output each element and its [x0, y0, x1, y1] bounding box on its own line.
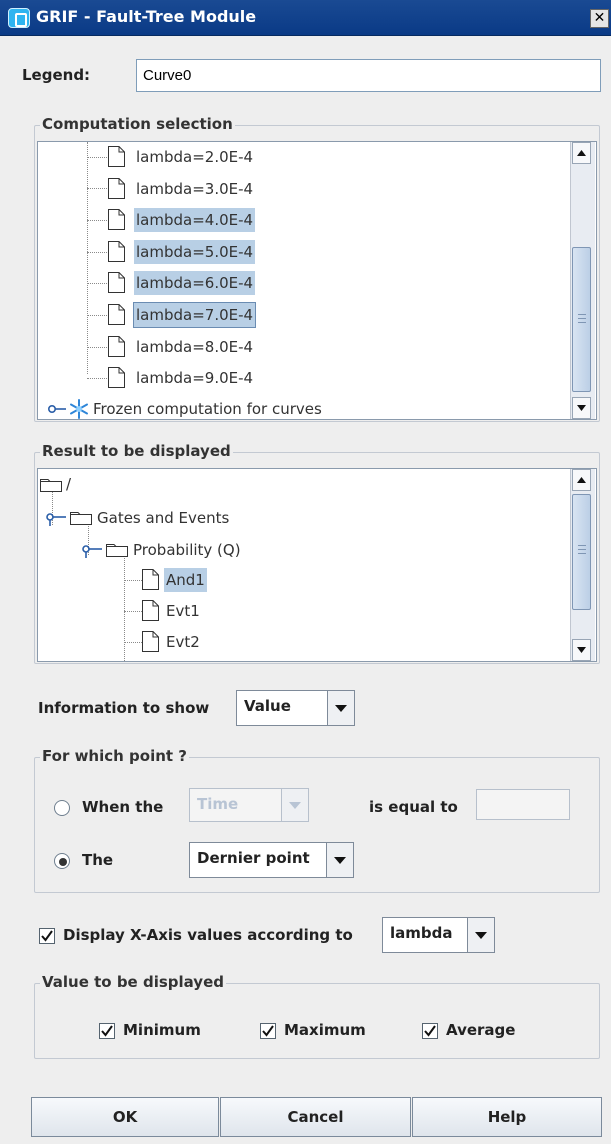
document-icon: [108, 241, 125, 262]
document-icon: [142, 569, 159, 590]
computation-item-label: lambda=6.0E-4: [134, 271, 256, 295]
chevron-down-icon[interactable]: [281, 789, 308, 821]
the-combo[interactable]: Dernier point: [189, 842, 354, 878]
minimum-label: Minimum: [123, 1021, 201, 1039]
xaxis-label: Display X-Axis values according to: [63, 926, 353, 944]
computation-item-label: lambda=5.0E-4: [134, 240, 256, 264]
chevron-down-icon[interactable]: [467, 918, 494, 952]
result-leaf-label: Evt1: [166, 602, 200, 620]
scroll-up-button[interactable]: [572, 142, 591, 164]
snowflake-icon: [70, 399, 88, 419]
expanded-handle-icon: [82, 545, 102, 558]
folder-icon: [40, 479, 62, 492]
the-combo-value: Dernier point: [197, 849, 310, 867]
computation-item-label: lambda=9.0E-4: [136, 369, 254, 387]
window-title: GRIF - Fault-Tree Module: [36, 7, 257, 26]
document-icon: [108, 272, 125, 293]
computation-item-label: lambda=4.0E-4: [134, 208, 256, 232]
average-checkbox[interactable]: [422, 1023, 438, 1039]
the-label: The: [82, 851, 114, 869]
document-icon: [108, 178, 125, 199]
xaxis-combo-value: lambda: [390, 924, 453, 942]
equal-label: is equal to: [369, 798, 458, 816]
ok-button[interactable]: OK: [31, 1097, 219, 1137]
result-tree[interactable]: / Gates and Events Probability (Q) And1 E…: [37, 468, 597, 662]
chevron-down-icon[interactable]: [326, 843, 353, 877]
the-radio[interactable]: [54, 853, 70, 869]
help-button[interactable]: Help: [412, 1097, 602, 1137]
computation-item-label: lambda=2.0E-4: [136, 148, 254, 166]
when-combo-value: Time: [197, 795, 239, 813]
frozen-computation-label: Frozen computation for curves: [93, 400, 322, 418]
when-label: When the: [82, 798, 164, 816]
info-combo[interactable]: Value: [236, 690, 355, 726]
legend-input[interactable]: [136, 59, 601, 92]
maximum-label: Maximum: [284, 1021, 366, 1039]
expand-handle-icon: [48, 405, 66, 413]
folder-icon: [106, 544, 128, 557]
minimum-checkbox[interactable]: [99, 1023, 115, 1039]
maximum-checkbox[interactable]: [260, 1023, 276, 1039]
expanded-handle-icon: [46, 513, 66, 526]
cancel-button[interactable]: Cancel: [220, 1097, 411, 1137]
document-icon: [108, 336, 125, 357]
scroll-down-button[interactable]: [572, 397, 591, 419]
document-icon: [142, 631, 159, 652]
xaxis-combo[interactable]: lambda: [382, 917, 495, 953]
point-title: For which point ?: [40, 747, 189, 765]
xaxis-checkbox[interactable]: [39, 928, 55, 944]
legend-label: Legend:: [22, 66, 91, 84]
document-icon: [108, 304, 125, 325]
scroll-thumb[interactable]: [572, 247, 591, 392]
document-icon: [108, 209, 125, 230]
document-icon: [142, 600, 159, 621]
info-label: Information to show: [38, 699, 210, 717]
result-leaf-label: Evt2: [166, 633, 200, 651]
probability-label: Probability (Q): [133, 541, 241, 559]
tree-root-label: /: [66, 475, 72, 493]
average-label: Average: [446, 1021, 516, 1039]
document-icon: [108, 367, 125, 388]
equal-input[interactable]: [476, 789, 570, 820]
folder-icon: [70, 512, 92, 525]
result-scrollbar[interactable]: [570, 469, 595, 661]
computation-tree[interactable]: lambda=2.0E-4 lambda=3.0E-4 lambda=4.0E-4 l…: [37, 141, 597, 420]
when-combo[interactable]: Time: [189, 788, 309, 822]
chevron-down-icon[interactable]: [327, 691, 354, 725]
computation-item-label: lambda=3.0E-4: [136, 180, 254, 198]
close-icon[interactable]: ✕: [590, 9, 609, 28]
scroll-thumb[interactable]: [572, 494, 591, 610]
value-title: Value to be displayed: [40, 973, 226, 991]
computation-selection-title: Computation selection: [40, 115, 235, 133]
computation-item-label: lambda=7.0E-4: [132, 302, 257, 328]
app-icon: [8, 8, 30, 28]
title-bar[interactable]: GRIF - Fault-Tree Module ✕: [0, 0, 611, 36]
result-leaf-label: And1: [164, 568, 207, 592]
computation-scrollbar[interactable]: [570, 142, 595, 419]
scroll-up-button[interactable]: [572, 469, 591, 491]
computation-item-label: lambda=8.0E-4: [136, 338, 254, 356]
result-title: Result to be displayed: [40, 442, 233, 460]
scroll-down-button[interactable]: [572, 639, 591, 661]
document-icon: [108, 146, 125, 167]
info-combo-value: Value: [244, 697, 291, 715]
gates-and-events-label: Gates and Events: [97, 509, 230, 527]
when-radio[interactable]: [54, 800, 70, 816]
